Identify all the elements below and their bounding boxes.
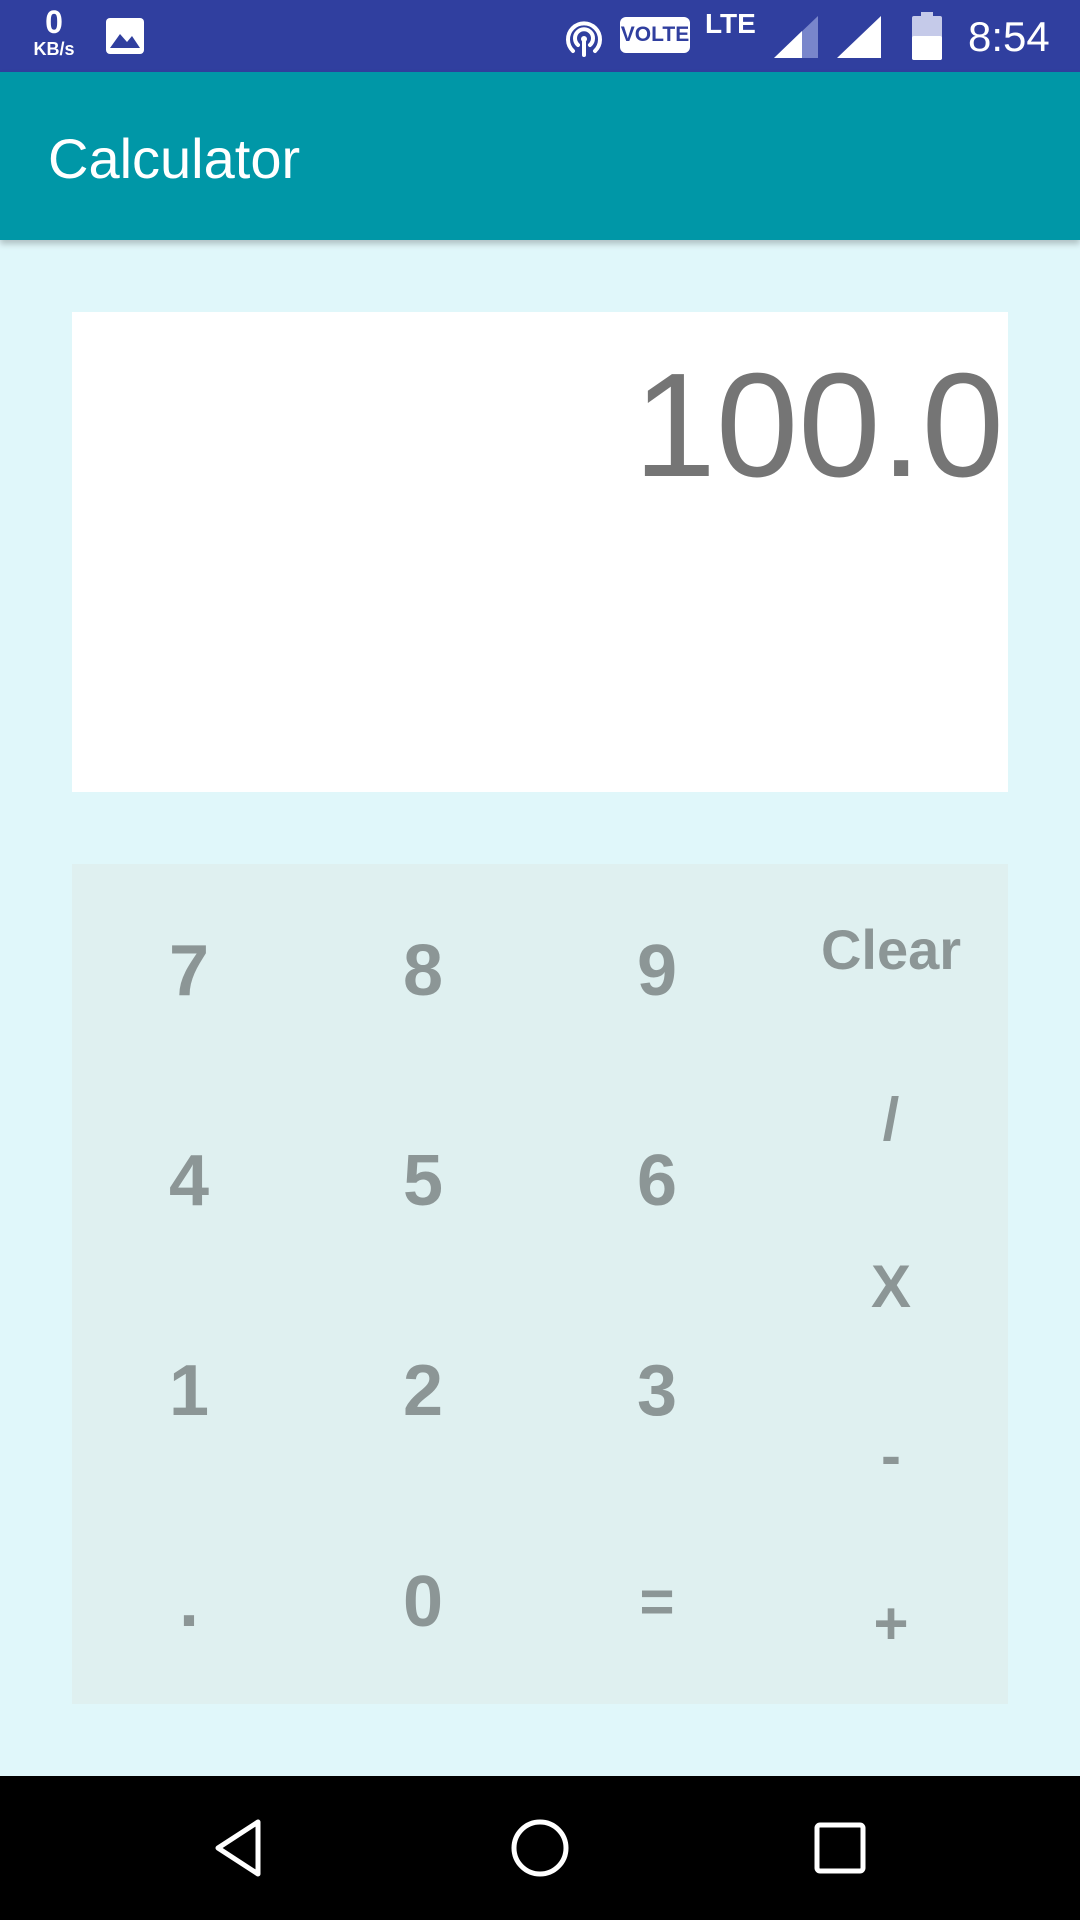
recents-button[interactable] — [808, 1816, 872, 1880]
display-value: 100.0 — [633, 343, 1004, 508]
key-9[interactable]: 9 — [577, 911, 737, 1031]
back-button[interactable] — [208, 1816, 272, 1880]
network-speed-unit: KB/s — [33, 39, 75, 59]
subtract-button[interactable]: - — [811, 1396, 971, 1516]
lte-label: LTE — [705, 8, 756, 39]
calculator-display: 100.0 — [72, 312, 1008, 792]
home-button[interactable] — [508, 1816, 572, 1880]
key-2[interactable]: 2 — [343, 1331, 503, 1451]
equals-button[interactable]: = — [577, 1542, 737, 1662]
back-icon — [215, 1819, 261, 1877]
network-speed: 0 KB/s — [22, 6, 86, 58]
volte-badge: VOLTE — [620, 17, 690, 53]
key-6[interactable]: 6 — [577, 1121, 737, 1241]
hotspot-icon — [561, 15, 607, 61]
key-8[interactable]: 8 — [343, 911, 503, 1031]
navigation-bar — [0, 1776, 1080, 1920]
app-title: Calculator — [48, 127, 301, 190]
app-bar: Calculator — [0, 72, 1080, 240]
gallery-icon — [104, 16, 146, 56]
key-5[interactable]: 5 — [343, 1121, 503, 1241]
keypad: 7 8 9 Clear 4 5 6 / X 1 2 3 - . 0 = + — [72, 864, 1008, 1704]
signal-icon — [772, 14, 820, 60]
key-1[interactable]: 1 — [109, 1331, 269, 1451]
decimal-button[interactable]: . — [109, 1542, 269, 1662]
multiply-button[interactable]: X — [811, 1227, 971, 1347]
clear-button[interactable]: Clear — [811, 890, 971, 1010]
network-speed-value: 0 — [45, 4, 63, 40]
signal-icon — [835, 14, 883, 60]
key-3[interactable]: 3 — [577, 1331, 737, 1451]
key-4[interactable]: 4 — [109, 1121, 269, 1241]
home-icon — [511, 1819, 569, 1877]
clock: 8:54 — [968, 13, 1050, 60]
divide-button[interactable]: / — [811, 1060, 971, 1180]
status-bar: 0 KB/s VOLTE LTE 8:54 — [0, 0, 1080, 72]
add-button[interactable]: + — [811, 1564, 971, 1684]
battery-icon — [912, 12, 942, 60]
key-0[interactable]: 0 — [343, 1542, 503, 1662]
key-7[interactable]: 7 — [109, 911, 269, 1031]
recents-icon — [814, 1822, 866, 1874]
